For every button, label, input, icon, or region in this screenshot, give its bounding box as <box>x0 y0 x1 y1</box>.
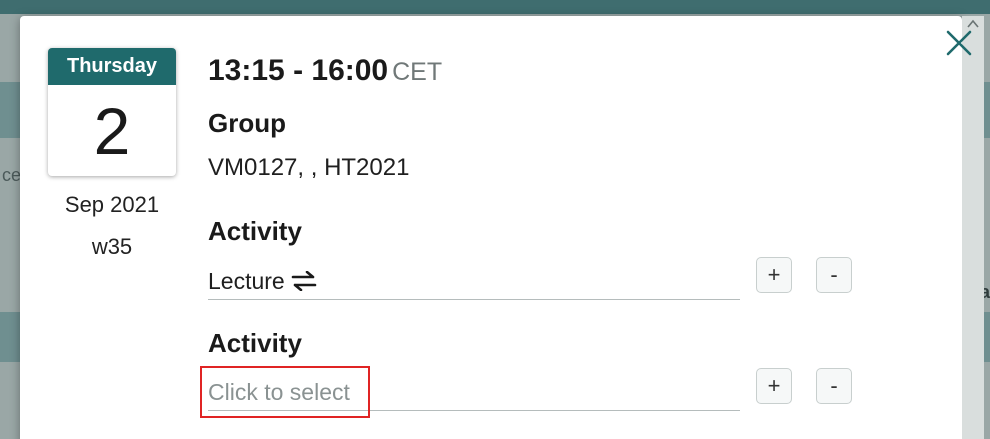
swap-arrows-icon[interactable] <box>291 271 317 291</box>
event-time: 13:15 - 16:00 CET <box>208 54 442 88</box>
background-text-fragment: ce <box>2 165 22 185</box>
date-weekday: Thursday <box>48 48 176 85</box>
timezone: CET <box>392 58 443 86</box>
activity-placeholder: Click to select <box>208 378 350 405</box>
date-day: 2 <box>93 93 131 168</box>
group-label: Group <box>208 108 286 138</box>
modal-scrollbar[interactable] <box>962 16 984 439</box>
remove-activity-button[interactable]: - <box>816 257 852 293</box>
date-month-year: Sep 2021 <box>64 192 160 217</box>
activity-label: Activity <box>208 328 302 358</box>
activity-label: Activity <box>208 216 302 246</box>
activity-select[interactable]: Click to select <box>208 374 740 411</box>
time-range: 13:15 - 16:00 <box>208 54 389 87</box>
add-activity-button[interactable]: + <box>756 368 792 404</box>
activity-value: Lecture <box>208 267 285 294</box>
date-week-number: w35 <box>91 234 133 259</box>
add-activity-button[interactable]: + <box>756 257 792 293</box>
group-value: VM0127, , HT2021 <box>208 154 410 181</box>
calendar-date-card: Thursday 2 <box>48 48 176 176</box>
activity-select[interactable]: Lecture <box>208 263 740 300</box>
event-details-modal: Thursday 2 Sep 2021 w35 13:15 - 16:00 CET… <box>20 16 984 439</box>
remove-activity-button[interactable]: - <box>816 368 852 404</box>
close-button[interactable] <box>942 28 976 62</box>
background-topbar <box>0 0 990 14</box>
close-icon <box>945 29 973 62</box>
